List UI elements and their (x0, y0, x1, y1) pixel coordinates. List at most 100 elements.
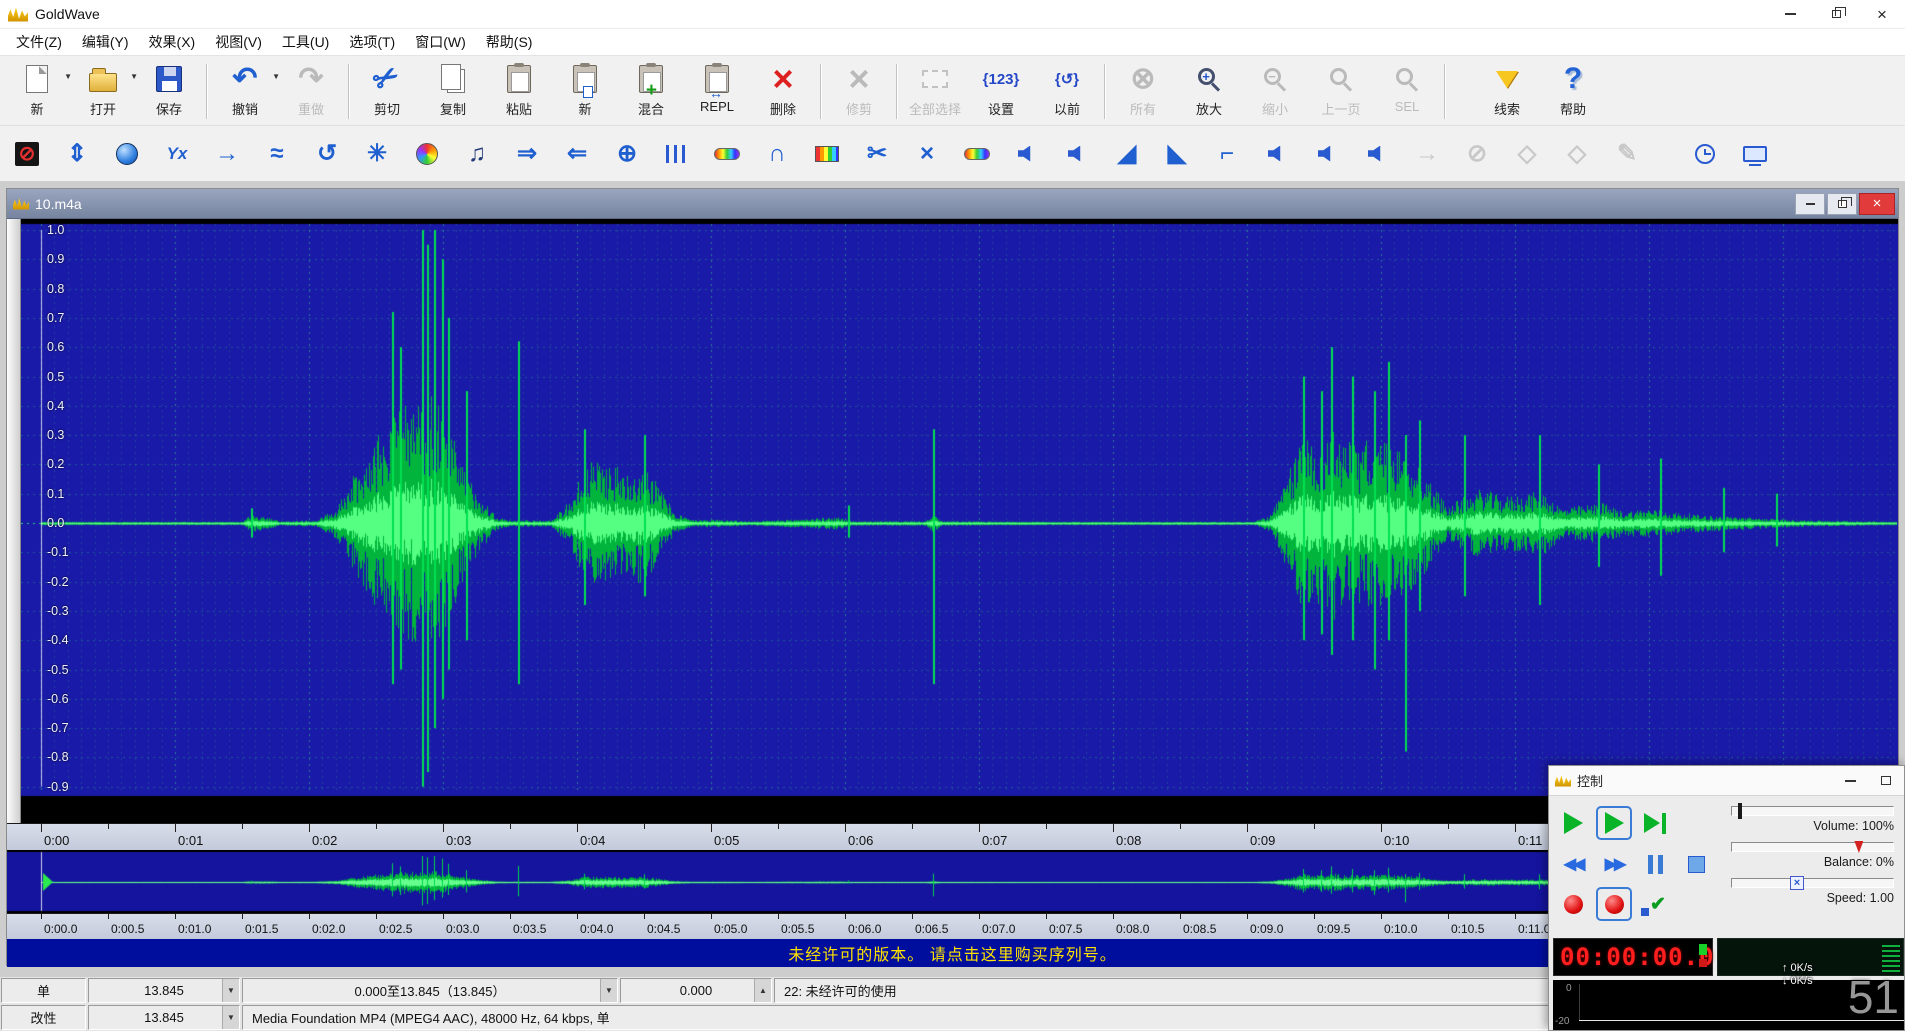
effect-globe-button[interactable] (110, 132, 144, 176)
toolbar-save-button[interactable]: 保存 (136, 58, 202, 125)
overview-tick (644, 914, 645, 919)
menu-options[interactable]: 选项(T) (339, 29, 405, 55)
menu-window[interactable]: 窗口(W) (405, 29, 476, 55)
toolbar-paste-new-button[interactable]: 新 (552, 58, 618, 125)
effect-mechanize-gear-button[interactable]: ✳ (360, 132, 394, 176)
play-button[interactable] (1555, 806, 1591, 840)
document-title-bar[interactable]: 10.m4a × (7, 189, 1898, 219)
toolbar-undo-button[interactable]: ↶▼撤销 (212, 58, 278, 125)
effect-fade-in-button[interactable]: ◢ (1110, 132, 1144, 176)
effect-spectrum-bar-button[interactable] (710, 132, 744, 176)
waveform-canvas[interactable] (21, 219, 1898, 823)
volume-slider-knob[interactable] (1738, 803, 1742, 819)
effect-noise-gate-button[interactable]: ⊘ (10, 132, 44, 176)
effect-expression-button[interactable]: Yx (160, 132, 194, 176)
play-all-button[interactable] (1637, 806, 1673, 840)
rewind-button[interactable]: ◀◀ (1555, 847, 1591, 881)
menu-help[interactable]: 帮助(S) (476, 29, 543, 55)
effect-silence-cut-button[interactable]: ✂ (860, 132, 894, 176)
modified-value: 改性 (30, 1008, 56, 1027)
toolbar-copy-button[interactable]: 复制 (420, 58, 486, 125)
toolbar-cue-button[interactable]: 线索 (1474, 58, 1540, 125)
toolbar-replace-button[interactable]: ↔REPL (684, 58, 750, 125)
play-selection-button[interactable] (1596, 806, 1632, 840)
toolbar-help-button[interactable]: ?帮助 (1540, 58, 1606, 125)
control-title-bar[interactable]: 控制 (1549, 766, 1904, 796)
effect-reverse-loop-button[interactable]: ↺ (310, 132, 344, 176)
toolbar-label: 新 (578, 99, 591, 118)
effect-shift-left-button[interactable]: ⇐ (560, 132, 594, 176)
effect-insert-wave-button[interactable]: → (210, 132, 244, 176)
effect-speaker-alert-button[interactable] (1310, 132, 1344, 176)
toolbar-set-button[interactable]: {123}设置 (968, 58, 1034, 125)
effect-monitor-button[interactable] (1738, 132, 1772, 176)
dropdown-icon[interactable]: ▼ (222, 979, 239, 1002)
effect-speaker-quiet-button[interactable] (1360, 132, 1394, 176)
menu-bar: 文件(Z)编辑(Y)效果(X)视图(V)工具(U)选项(T)窗口(W)帮助(S) (0, 29, 1905, 56)
playback-sliders: Volume: 100%Balance: 0%×Speed: 1.00 (1731, 806, 1894, 914)
menu-edit[interactable]: 编辑(Y) (72, 29, 139, 55)
up-arrow-icon[interactable]: ▲ (754, 979, 771, 1002)
toolbar-mix-button[interactable]: +混合 (618, 58, 684, 125)
effect-speaker-left-button[interactable] (1260, 132, 1294, 176)
effect-speaker-volume-button[interactable] (1060, 132, 1094, 176)
volume-slider[interactable] (1731, 806, 1894, 816)
effect-corner-marker-button[interactable]: ⌐ (1210, 132, 1244, 176)
balance-slider-knob[interactable] (1854, 841, 1863, 853)
speaker-left-icon (1268, 146, 1286, 162)
restore-button[interactable] (1813, 0, 1859, 28)
stop-button[interactable] (1678, 847, 1714, 881)
effect-clock-button[interactable] (1688, 132, 1722, 176)
control-maximize-button[interactable] (1868, 766, 1904, 795)
toolbar-paste-button[interactable]: 粘贴 (486, 58, 552, 125)
speaker-quiet-icon (1368, 146, 1386, 162)
menu-effects[interactable]: 效果(X) (139, 29, 206, 55)
speed-slider-knob[interactable]: × (1790, 876, 1804, 890)
effect-equalizer-sliders-button[interactable] (660, 132, 694, 176)
play-icon (1564, 812, 1583, 834)
balance-slider[interactable] (1731, 842, 1894, 852)
time-tick (845, 824, 846, 832)
effect-filter-arch-button[interactable]: ∩ (760, 132, 794, 176)
effect-spectrum-grid-button[interactable] (810, 132, 844, 176)
record-selection-button[interactable] (1596, 887, 1632, 921)
toolbar-previous-button[interactable]: {↺}以前 (1034, 58, 1100, 125)
effect-music-notes-button[interactable]: ♫ (460, 132, 494, 176)
effect-wave-shape-button[interactable]: ≈ (260, 132, 294, 176)
effect-speaker-button[interactable] (1010, 132, 1044, 176)
fast-forward-button[interactable]: ▶▶ (1596, 847, 1632, 881)
speed-slider[interactable]: × (1731, 878, 1894, 888)
close-button[interactable]: × (1859, 0, 1905, 28)
record-mode-button[interactable]: ✔ (1637, 887, 1673, 921)
effect-fade-out-button[interactable]: ◣ (1160, 132, 1194, 176)
record-icon (1605, 895, 1624, 914)
menu-tools[interactable]: 工具(U) (272, 29, 339, 55)
shift-right-icon: ⇒ (517, 142, 537, 166)
doc-restore-button[interactable] (1827, 193, 1857, 215)
toolbar-new-button[interactable]: ▼新 (4, 58, 70, 125)
record-button[interactable] (1555, 887, 1591, 921)
effect-crossfade-button[interactable]: × (910, 132, 944, 176)
effect-color-wheel-button[interactable] (410, 132, 444, 176)
pause-button[interactable] (1637, 847, 1673, 881)
doc-minimize-button[interactable] (1795, 193, 1825, 215)
effect-updown-arrows-button[interactable]: ⇕ (60, 132, 94, 176)
doc-close-button[interactable]: × (1859, 193, 1895, 215)
effect-diamond-fill-button: ◇ (1560, 132, 1594, 176)
overview-tick (577, 914, 578, 919)
toolbar-delete-button[interactable]: ×删除 (750, 58, 816, 125)
toolbar-cut-button[interactable]: ✂剪切 (354, 58, 420, 125)
vertical-zoom-scrollbar[interactable] (7, 219, 21, 823)
dropdown-icon[interactable]: ▼ (600, 979, 617, 1002)
control-minimize-button[interactable] (1832, 766, 1868, 795)
toolbar-zoom-in-button[interactable]: +放大 (1176, 58, 1242, 125)
toolbar-label: 打开 (90, 99, 116, 118)
dropdown-icon[interactable]: ▼ (222, 1006, 239, 1029)
effect-shift-right-button[interactable]: ⇒ (510, 132, 544, 176)
menu-view[interactable]: 视图(V) (205, 29, 272, 55)
toolbar-open-button[interactable]: ▼打开 (70, 58, 136, 125)
minimize-button[interactable] (1767, 0, 1813, 28)
effect-pan-move-button[interactable]: ⊕ (610, 132, 644, 176)
effect-rainbow-block-button[interactable] (960, 132, 994, 176)
menu-file[interactable]: 文件(Z) (6, 29, 72, 55)
